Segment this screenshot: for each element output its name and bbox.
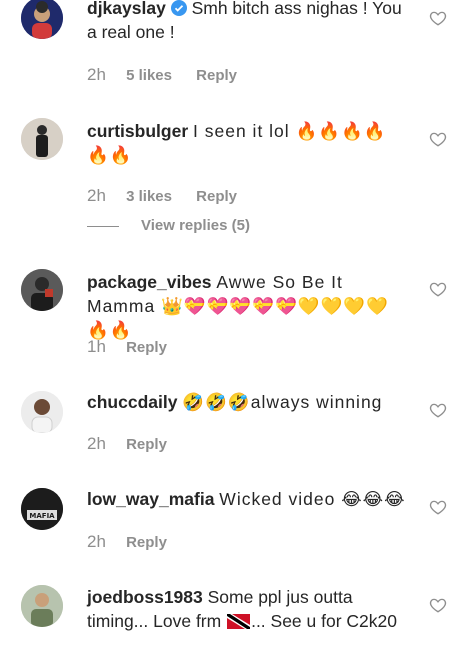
username[interactable]: curtisbulger: [87, 121, 188, 141]
username[interactable]: package_vibes: [87, 272, 212, 292]
avatar-image: [21, 118, 63, 160]
comment-meta: 2h 3 likes Reply: [87, 186, 257, 206]
like-heart-icon[interactable]: [429, 498, 447, 516]
avatar-image: MAFIA: [21, 488, 63, 530]
username[interactable]: djkayslay: [87, 0, 166, 18]
likes-count[interactable]: 5 likes: [126, 67, 172, 84]
timestamp: 2h: [87, 65, 106, 84]
avatar[interactable]: [21, 118, 63, 160]
trinidad-and-tobago-flag-icon: [227, 611, 251, 629]
likes-count[interactable]: 3 likes: [126, 188, 172, 205]
comment-meta: 2h Reply: [87, 532, 187, 552]
avatar[interactable]: [21, 391, 63, 433]
like-heart-icon[interactable]: [429, 280, 447, 298]
timestamp: 2h: [87, 434, 106, 453]
username[interactable]: low_way_mafia: [87, 489, 214, 509]
like-heart-icon[interactable]: [429, 130, 447, 148]
avatar-image: [21, 585, 63, 627]
avatar[interactable]: MAFIA: [21, 488, 63, 530]
comment-meta: 2h Reply: [87, 434, 187, 454]
reply-button[interactable]: Reply: [196, 188, 237, 205]
avatar-image: [21, 269, 63, 311]
username[interactable]: chuccdaily: [87, 392, 177, 412]
comment-text: curtisbulger I seen it lol 🔥🔥🔥🔥🔥🔥: [87, 119, 409, 167]
username[interactable]: joedboss1983: [87, 587, 203, 607]
avatar[interactable]: [21, 0, 63, 39]
comment-body: Wicked video 😂😂😂: [219, 489, 406, 509]
avatar-image: [21, 391, 63, 433]
avatar[interactable]: [21, 585, 63, 627]
view-replies-label: View replies (5): [141, 217, 250, 234]
divider: [87, 225, 119, 227]
timestamp: 1h: [87, 337, 106, 356]
reply-button[interactable]: Reply: [126, 339, 167, 356]
comment-body-end: ... See u for C2k20: [251, 611, 397, 631]
comment-text: low_way_mafia Wicked video 😂😂😂: [87, 487, 409, 511]
comment-meta: 2h 5 likes Reply: [87, 65, 257, 85]
reply-button[interactable]: Reply: [126, 534, 167, 551]
avatar-image: [21, 0, 63, 39]
like-heart-icon[interactable]: [429, 9, 447, 27]
comment-text: package_vibes Awwe So Be It Mamma 👑💝💝💝💝💝…: [87, 270, 409, 342]
reply-button[interactable]: Reply: [126, 436, 167, 453]
comment-text: joedboss1983 Some ppl jus outta timing..…: [87, 585, 409, 633]
like-heart-icon[interactable]: [429, 596, 447, 614]
reply-button[interactable]: Reply: [196, 67, 237, 84]
comment-text: djkayslay Smh bitch ass nighas ! You a r…: [87, 0, 409, 44]
avatar[interactable]: [21, 269, 63, 311]
verified-badge-icon: [170, 0, 187, 16]
timestamp: 2h: [87, 186, 106, 205]
comment-meta: 1h Reply: [87, 337, 187, 357]
timestamp: 2h: [87, 532, 106, 551]
avatar-logo-text: MAFIA: [29, 512, 55, 520]
like-heart-icon[interactable]: [429, 401, 447, 419]
comment-body: 🤣🤣🤣always winning: [182, 392, 383, 412]
comment-text: chuccdaily 🤣🤣🤣always winning: [87, 390, 409, 414]
view-replies-button[interactable]: View replies (5): [87, 217, 250, 234]
